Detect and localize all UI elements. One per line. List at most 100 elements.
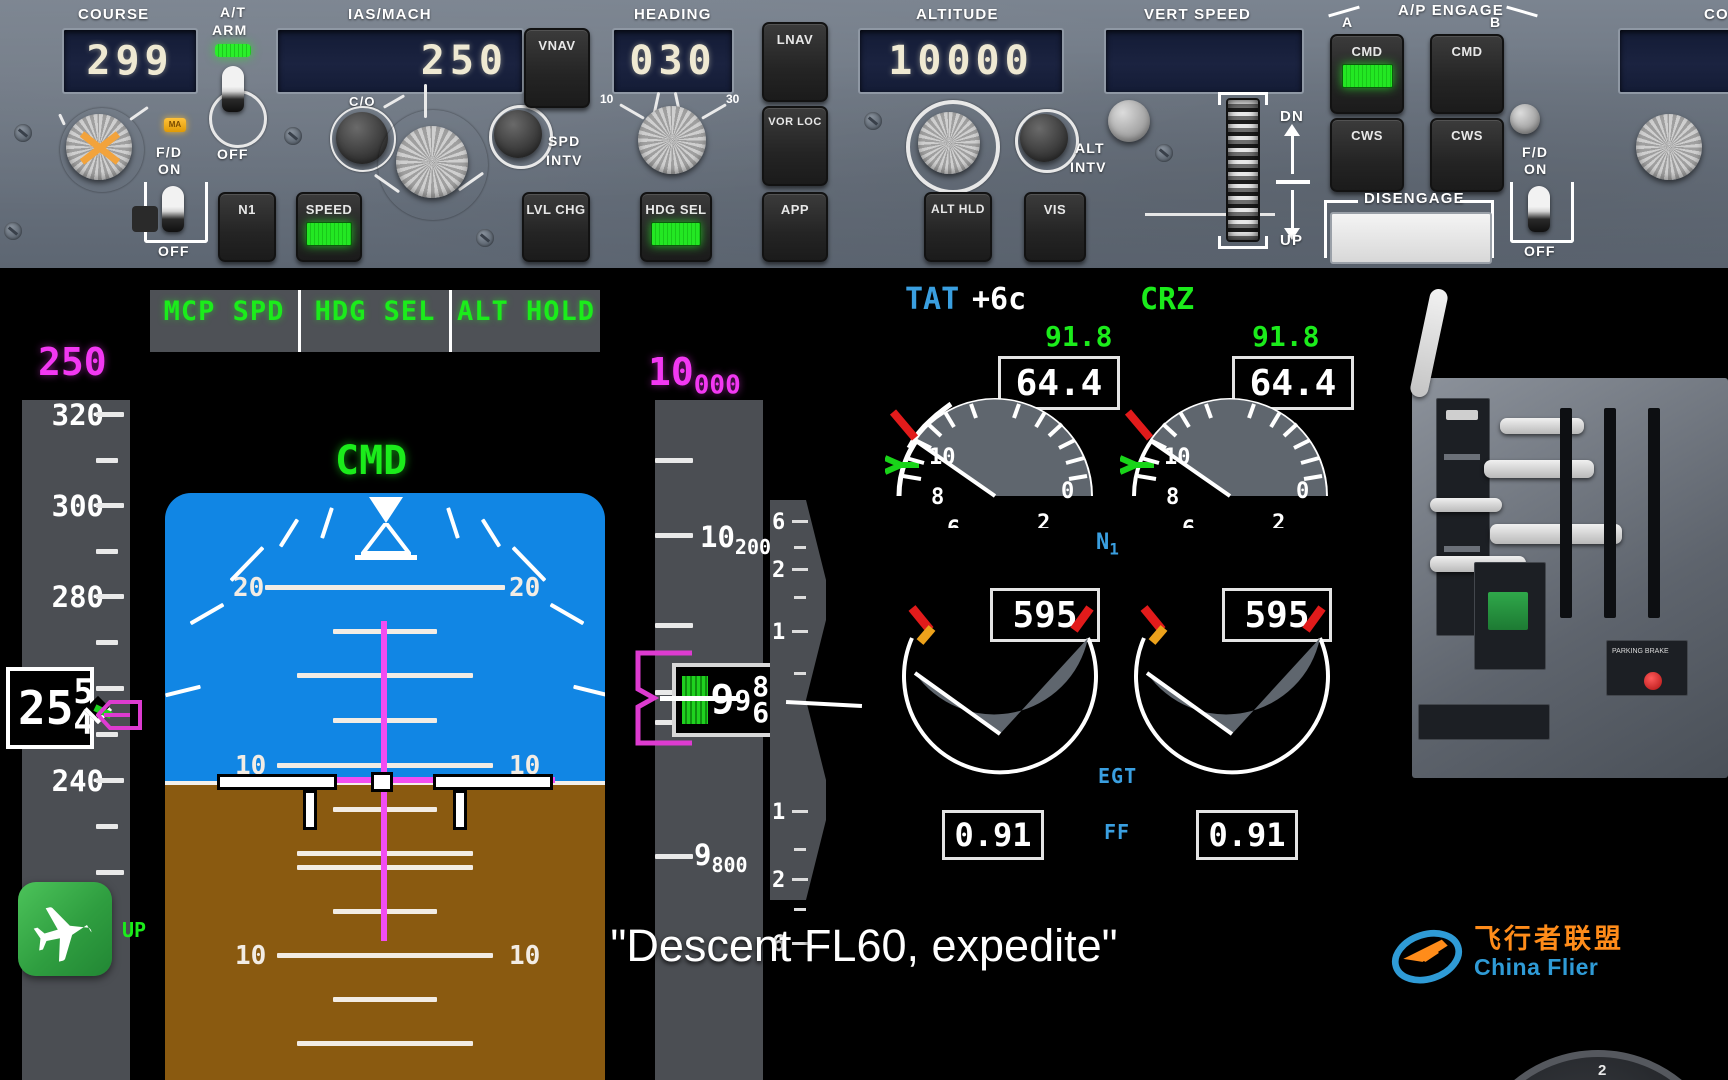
fd-on-label-2: ON: [158, 161, 182, 177]
parking-brake-label: PARKING BRAKE: [1612, 648, 1669, 655]
fd-right-indicator: [1510, 104, 1540, 134]
fd-on-label-1: F/D: [156, 144, 183, 160]
heading-tick-right: 30: [726, 92, 740, 106]
throttle-lever-2[interactable]: [1484, 460, 1594, 478]
airspeed-whole: 25: [18, 681, 74, 735]
selected-speed-bug: [96, 700, 142, 730]
alt-intv-label-1: ALT: [1075, 140, 1105, 156]
altitude-knob[interactable]: [918, 112, 980, 174]
fma-pitch-mode: ALT HOLD: [449, 290, 600, 352]
flap-lever[interactable]: [1430, 498, 1502, 512]
ias-mach-label: IAS/MACH: [348, 6, 432, 23]
aircraft-symbol-left-stub: [303, 790, 317, 830]
bank-pointer: [369, 497, 403, 523]
course-knob-pointer: [79, 131, 121, 165]
button-cws-a-label: CWS: [1351, 128, 1383, 143]
tat-value: +6c: [972, 282, 1027, 317]
button-vor-loc-label: VOR LOC: [768, 116, 822, 128]
button-hdg-sel-label: HDG SEL: [645, 202, 707, 217]
speed-selector-knob[interactable]: [396, 126, 468, 198]
throttle-lever-4[interactable]: [1490, 524, 1622, 544]
fma-speed-mode: MCP SPD: [150, 290, 298, 352]
ap-b-label: B: [1490, 14, 1502, 30]
n1-gauge-right: 10 8 6 4 2 0: [1120, 398, 1328, 528]
current-airspeed-box: 25 5 4: [6, 667, 94, 749]
button-cws-a[interactable]: CWS: [1330, 118, 1404, 192]
cockpit-screenshot: COURSE 299 MA F/D ON OFF A/T ARM OFF IAS…: [0, 0, 1728, 1080]
altitude-tick-9800: 9800: [694, 838, 748, 877]
ff-section-label: FF: [1104, 820, 1131, 844]
speed-tick-300: 300: [51, 489, 104, 523]
svg-text:10: 10: [1164, 445, 1191, 470]
vert-speed-label: VERT SPEED: [1144, 6, 1252, 23]
svg-text:0: 0: [1061, 479, 1074, 504]
egt-section-label: EGT: [1098, 764, 1138, 788]
at-off-label: OFF: [217, 146, 249, 162]
button-vor-loc[interactable]: VOR LOC: [762, 106, 828, 186]
pitch-label-up20-right: 20: [509, 573, 541, 603]
efis-display-area: MCP SPD HDG SEL ALT HOLD 250 320 300 280…: [0, 268, 1728, 1080]
svg-text:8: 8: [931, 485, 944, 510]
ap-disengage-bar[interactable]: [1330, 212, 1492, 264]
flap-pos-2: 2: [1598, 1062, 1607, 1079]
fd-switch-right[interactable]: [1528, 186, 1550, 232]
mode-control-panel: COURSE 299 MA F/D ON OFF A/T ARM OFF IAS…: [0, 0, 1728, 272]
vertical-speed-wheel[interactable]: [1226, 98, 1260, 242]
button-n1-label: N1: [238, 202, 256, 217]
button-lvl-chg[interactable]: LVL CHG: [522, 192, 590, 262]
n1-section-label: N1: [1096, 530, 1119, 559]
button-lvl-chg-label: LVL CHG: [526, 202, 586, 217]
button-speed[interactable]: SPEED: [296, 192, 362, 262]
altitude-tick-10200: 10200: [700, 520, 772, 559]
button-n1[interactable]: N1: [218, 192, 276, 262]
spd-intv-label-2: INTV: [546, 152, 583, 168]
course-right-knob[interactable]: [1636, 114, 1702, 180]
ap-a-label: A: [1342, 14, 1354, 30]
alt-intv-label-2: INTV: [1070, 159, 1107, 175]
vs-round-button[interactable]: [1108, 100, 1150, 142]
at-arm-label-1: A/T: [220, 4, 247, 20]
at-arm-label-2: ARM: [212, 22, 248, 38]
panel-screw: [4, 222, 22, 240]
panel-screw: [284, 127, 302, 145]
button-app[interactable]: APP: [762, 192, 828, 262]
n1-gauge-left: 10 8 6 4 2 0: [885, 398, 1093, 528]
svg-text:6: 6: [1182, 517, 1195, 528]
attitude-direction-indicator: 20 20 10 10 10 10 20 20: [165, 493, 605, 1080]
fd-off-label: OFF: [158, 243, 190, 259]
button-lnav[interactable]: LNAV: [762, 22, 828, 102]
svg-text:8: 8: [1166, 485, 1179, 510]
heading-display: 030: [612, 28, 734, 94]
button-vnav[interactable]: VNAV: [524, 28, 590, 108]
button-cmd-a-lamp: [1341, 64, 1393, 88]
heading-knob[interactable]: [638, 106, 706, 174]
svg-text:6: 6: [947, 517, 960, 528]
china-flier-logo-icon: [1391, 929, 1463, 984]
at-arm-switch[interactable]: [222, 66, 244, 112]
parking-brake-light: [1644, 672, 1662, 690]
button-speed-lamp: [306, 222, 352, 246]
vert-speed-display: [1104, 28, 1304, 94]
button-alt-hld[interactable]: ALT HLD: [924, 192, 992, 262]
svg-text:10: 10: [929, 445, 956, 470]
vsi-label-2-dn: 2: [772, 868, 786, 893]
button-cmd-b[interactable]: CMD: [1430, 34, 1504, 114]
button-hdg-sel[interactable]: HDG SEL: [640, 192, 712, 262]
egt-gauge-left: [902, 605, 1098, 775]
speed-tick-280: 280: [51, 580, 104, 614]
watermark-cn-text: 飞行者联盟: [1474, 924, 1624, 955]
vsi-label-1-dn: 1: [772, 800, 786, 825]
course-right-label: CO: [1704, 6, 1728, 23]
button-cmd-a[interactable]: CMD: [1330, 34, 1404, 114]
egt-gauge-right: [1134, 605, 1330, 775]
button-cws-b-label: CWS: [1451, 128, 1483, 143]
button-vis[interactable]: VIS: [1024, 192, 1086, 262]
watermark: 飞行者联盟 China Flier: [1390, 916, 1624, 990]
course-right-display: [1618, 28, 1728, 94]
heading-tick-left: 10: [600, 92, 614, 106]
fd-switch-left[interactable]: [162, 186, 184, 232]
aircraft-symbol-right-wing: [433, 774, 553, 790]
button-cws-b[interactable]: CWS: [1430, 118, 1504, 192]
altitude-label: ALTITUDE: [916, 6, 999, 23]
ff-readout-right: 0.91: [1196, 810, 1298, 860]
